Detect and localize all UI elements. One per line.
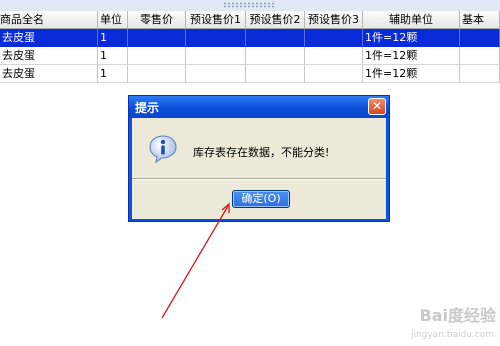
- cell-name: 去皮蛋: [0, 65, 98, 83]
- close-icon[interactable]: ✕: [368, 98, 386, 115]
- cell-aux-unit: 1件=12颗: [363, 47, 460, 65]
- header-preset-price-2[interactable]: 预设售价2: [246, 11, 305, 29]
- cell-preset-price-1: [186, 47, 246, 65]
- ok-button[interactable]: 确定(O): [232, 190, 290, 208]
- table-row[interactable]: 去皮蛋 1 1件=12颗: [0, 29, 500, 47]
- dialog-body: 库存表存在数据，不能分类! 确定(O): [132, 118, 386, 219]
- annotation-arrow: [161, 205, 229, 319]
- header-preset-price-3[interactable]: 预设售价3: [305, 11, 363, 29]
- cell-preset-price-3: [305, 47, 363, 65]
- cell-unit: 1: [98, 65, 128, 83]
- cell-name: 去皮蛋: [0, 47, 98, 65]
- dialog-message: 库存表存在数据，不能分类!: [193, 146, 330, 159]
- header-unit[interactable]: 单位: [98, 11, 128, 29]
- cell-preset-price-1: [186, 29, 246, 47]
- cell-base: [460, 65, 500, 83]
- watermark-url: jingyan.baidu.com: [410, 330, 494, 340]
- cell-retail-price: [128, 65, 186, 83]
- cell-base: [460, 29, 500, 47]
- header-name[interactable]: 商品全名: [0, 11, 98, 29]
- header-preset-price-1[interactable]: 预设售价1: [186, 11, 246, 29]
- cell-preset-price-2: [246, 47, 305, 65]
- table-row[interactable]: 去皮蛋 1 1件=12颗: [0, 65, 500, 83]
- watermark-brand: Bai度经验: [419, 306, 496, 325]
- dialog-separator: [132, 178, 386, 180]
- grid-header-row: 商品全名 单位 零售价 预设售价1 预设售价2 预设售价3 辅助单位 基本: [0, 11, 500, 29]
- message-dialog: 提示 ✕ 库存表存在数据，不能分类! 确定(O): [128, 95, 390, 222]
- table-row[interactable]: 去皮蛋 1 1件=12颗: [0, 47, 500, 65]
- cell-name: 去皮蛋: [0, 29, 98, 47]
- cell-retail-price: [128, 29, 186, 47]
- cell-unit: 1: [98, 29, 128, 47]
- cell-preset-price-2: [246, 29, 305, 47]
- cell-aux-unit: 1件=12颗: [363, 29, 460, 47]
- header-retail-price[interactable]: 零售价: [128, 11, 186, 29]
- cell-aux-unit: 1件=12颗: [363, 65, 460, 83]
- cell-retail-price: [128, 47, 186, 65]
- dialog-titlebar[interactable]: 提示 ✕: [129, 96, 389, 118]
- dialog-title: 提示: [135, 101, 160, 115]
- cell-preset-price-2: [246, 65, 305, 83]
- product-grid: 商品全名 单位 零售价 预设售价1 预设售价2 预设售价3 辅助单位 基本 去皮…: [0, 11, 500, 83]
- cell-preset-price-3: [305, 65, 363, 83]
- cell-base: [460, 47, 500, 65]
- info-icon: [149, 135, 177, 164]
- header-aux-unit[interactable]: 辅助单位: [363, 11, 460, 29]
- cell-preset-price-1: [186, 65, 246, 83]
- splitter-grip[interactable]: [223, 2, 275, 8]
- header-base[interactable]: 基本: [460, 11, 500, 29]
- cell-preset-price-3: [305, 29, 363, 47]
- cell-unit: 1: [98, 47, 128, 65]
